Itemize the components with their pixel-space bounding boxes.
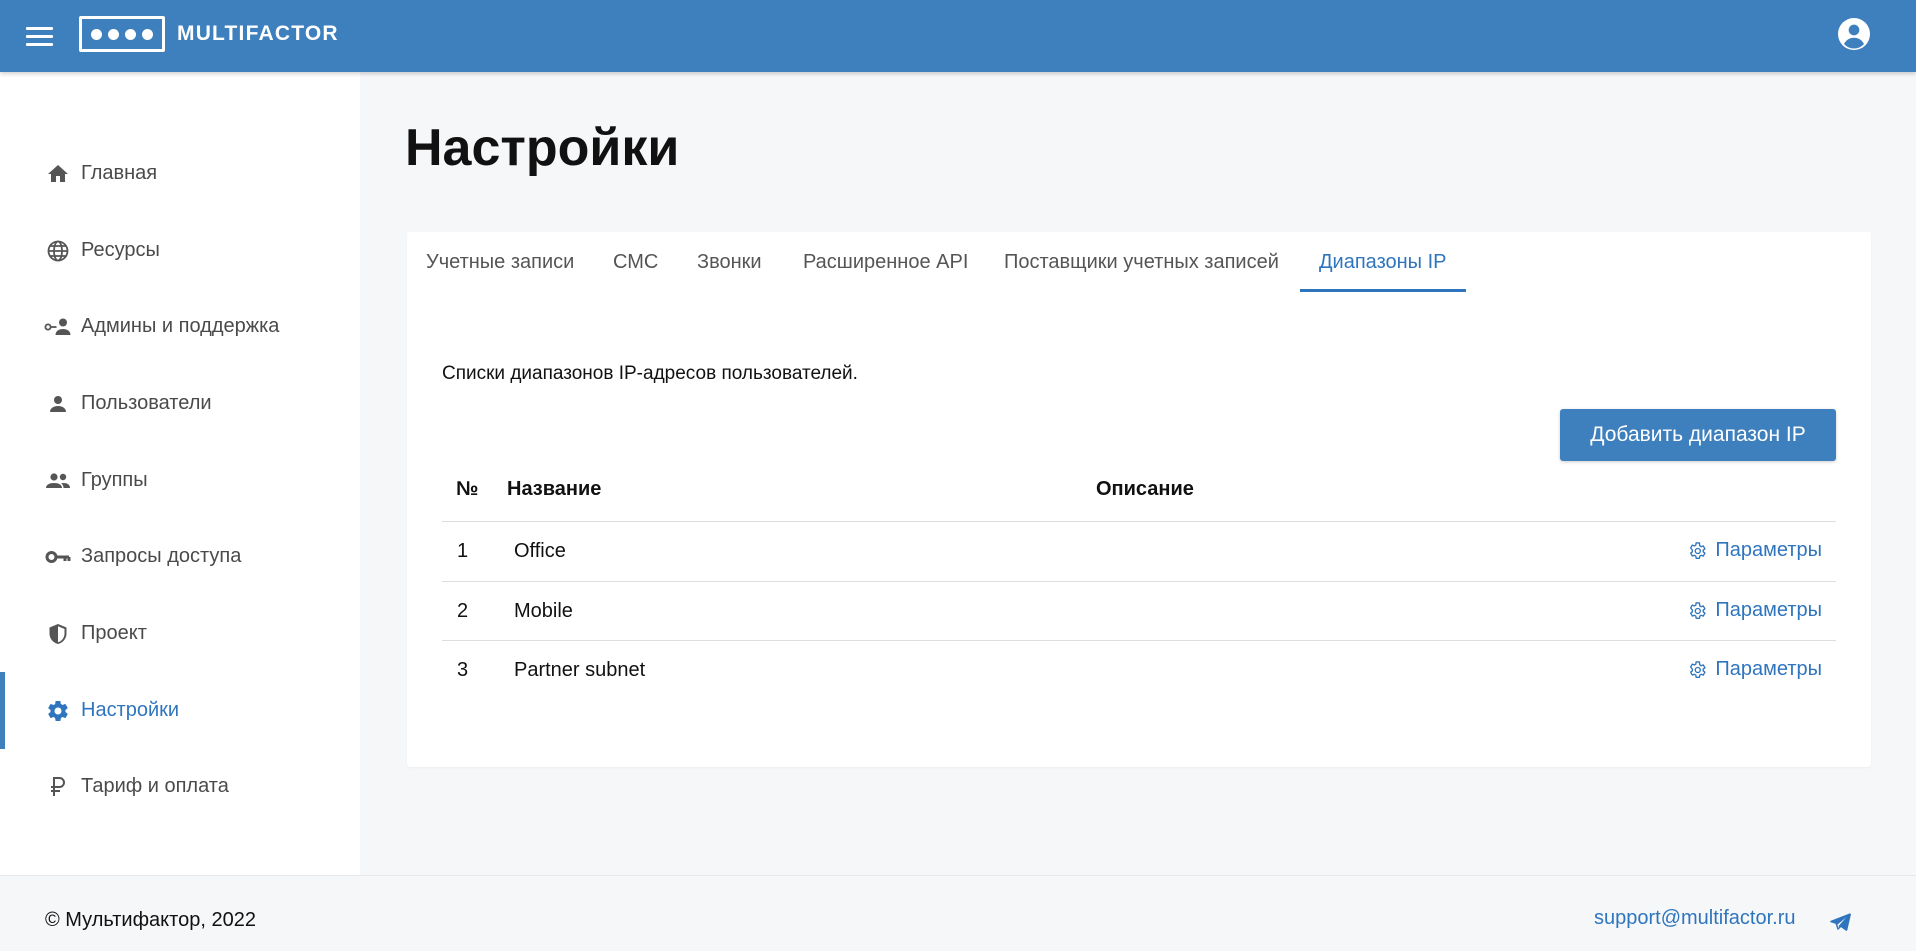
row-name: Partner subnet [514,659,646,681]
row-name: Office [514,540,566,562]
user-icon [44,390,72,418]
sidebar-item-users[interactable]: Пользователи [0,365,360,442]
tab-sms[interactable]: СМС [613,232,658,292]
table-row: 3 Partner subnet Параметры [442,641,1836,700]
logo-text[interactable]: MULTIFACTOR [177,22,339,46]
sidebar-item-label: Запросы доступа [81,545,242,567]
copyright-text: © Мультифактор, 2022 [45,909,256,931]
add-ip-range-button[interactable]: Добавить диапазон IP [1560,409,1836,461]
sidebar-item-label: Главная [81,162,158,184]
sidebar-item-label: Пользователи [81,392,212,414]
sidebar: Главная Ресурсы Админы и поддержка Польз… [0,72,360,875]
row-name: Mobile [514,600,573,622]
sidebar-item-label: Проект [81,622,147,644]
home-icon [44,160,72,188]
row-settings-link[interactable]: Параметры [1687,599,1822,622]
key-icon [44,543,72,571]
table-row: 2 Mobile Параметры [442,582,1836,641]
settings-tabs: Учетные записи СМС Звонки Расширенное AP… [407,232,1871,292]
sidebar-item-label: Тариф и оплата [81,775,229,797]
tab-accounts[interactable]: Учетные записи [426,232,574,292]
sidebar-item-admins[interactable]: Админы и поддержка [0,288,360,365]
sidebar-item-label: Админы и поддержка [81,315,280,337]
column-header-name: Название [507,478,602,500]
tab-identity-providers[interactable]: Поставщики учетных записей [1004,232,1279,292]
page-title: Настройки [405,119,680,177]
gear-icon [44,697,72,725]
sidebar-item-settings[interactable]: Настройки [0,672,360,749]
group-icon [44,467,72,495]
column-header-description: Описание [1096,478,1194,500]
telegram-icon[interactable] [1828,910,1852,934]
row-settings-label: Параметры [1715,658,1822,680]
intro-text: Списки диапазонов IP-адресов пользовател… [442,363,858,384]
tab-extended-api[interactable]: Расширенное API [803,232,968,292]
sidebar-item-project[interactable]: Проект [0,595,360,672]
sidebar-item-label: Настройки [81,699,180,721]
tab-calls[interactable]: Звонки [697,232,762,292]
row-settings-label: Параметры [1715,539,1822,561]
top-app-bar: MULTIFACTOR [0,0,1916,72]
table-row: 1 Office Параметры [442,522,1836,581]
account-circle-icon[interactable] [1838,18,1870,50]
settings-card: Учетные записи СМС Звонки Расширенное AP… [407,232,1871,767]
row-settings-link[interactable]: Параметры [1687,658,1822,681]
sidebar-item-resources[interactable]: Ресурсы [0,212,360,289]
admin-key-icon [44,313,72,341]
hamburger-menu-icon[interactable] [24,24,56,48]
sidebar-item-label: Ресурсы [81,239,160,261]
ruble-icon [44,773,72,801]
row-number: 3 [457,659,469,681]
support-email-link[interactable]: support@multifactor.ru [1594,907,1796,930]
row-number: 2 [457,600,469,622]
row-number: 1 [457,540,469,562]
row-settings-link[interactable]: Параметры [1687,539,1822,562]
active-tab-indicator [1300,289,1466,292]
globe-icon [44,237,72,265]
sidebar-item-access-requests[interactable]: Запросы доступа [0,518,360,595]
gear-outline-icon [1690,541,1706,559]
footer: © Мультифактор, 2022 support@multifactor… [0,875,1916,951]
column-header-number: № [456,478,479,500]
gear-outline-icon [1690,601,1706,619]
sidebar-item-billing[interactable]: Тариф и оплата [0,748,360,825]
multifactor-logo-icon[interactable] [79,16,165,52]
shield-icon [44,620,72,648]
tab-ip-ranges[interactable]: Диапазоны IP [1319,232,1447,292]
sidebar-item-label: Группы [81,469,148,491]
gear-outline-icon [1690,660,1706,678]
sidebar-item-home[interactable]: Главная [0,135,360,212]
sidebar-item-groups[interactable]: Группы [0,442,360,519]
row-settings-label: Параметры [1715,599,1822,621]
